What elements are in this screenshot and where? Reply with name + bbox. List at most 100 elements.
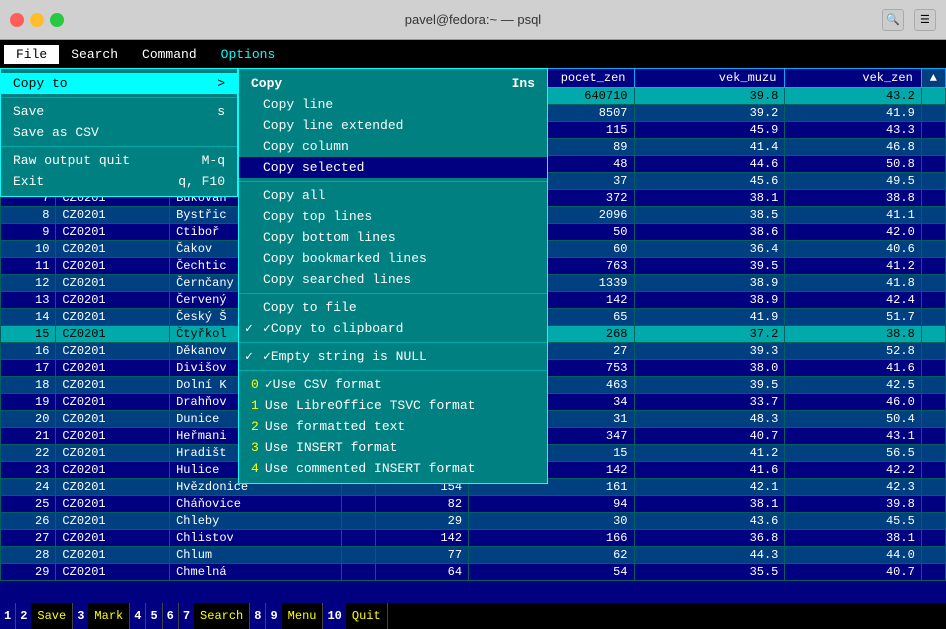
format-tsvc[interactable]: 1Use LibreOffice TSVC format	[239, 395, 547, 416]
file-menu-copy-to[interactable]: Copy to >	[1, 73, 237, 94]
row-scroll	[921, 309, 945, 326]
menu-options[interactable]: Options	[209, 45, 288, 64]
format-commented-insert[interactable]: 4Use commented INSERT format	[239, 458, 547, 479]
row-c1: CZ0201	[56, 394, 170, 411]
copy-all[interactable]: Copy all	[239, 185, 547, 206]
table-row: 29 CZ0201 Chmelná 64 54 35.5 40.7	[1, 564, 946, 581]
copy-column[interactable]: Copy column	[239, 136, 547, 157]
row-scroll	[921, 139, 945, 156]
maximize-button[interactable]	[50, 13, 64, 27]
row-scroll	[921, 241, 945, 258]
row-c2: Chlum	[170, 547, 342, 564]
format-text[interactable]: 2Use formatted text	[239, 416, 547, 437]
status-item-menu[interactable]: 9Menu	[266, 603, 323, 629]
row-scroll	[921, 377, 945, 394]
copy-searched-lines[interactable]: Copy searched lines	[239, 269, 547, 290]
status-item-save[interactable]: 2Save	[16, 603, 73, 629]
row-scroll	[921, 190, 945, 207]
status-item-search[interactable]: 7Search	[179, 603, 250, 629]
row-muzu: 29	[376, 513, 469, 530]
row-pocet-zen: 54	[469, 564, 634, 581]
row-num: 9	[1, 224, 56, 241]
copy-bottom-lines[interactable]: Copy bottom lines	[239, 227, 547, 248]
row-vek-zen: 41.1	[785, 207, 921, 224]
window-controls[interactable]	[10, 13, 64, 27]
row-vek-zen: 49.5	[785, 173, 921, 190]
format-insert[interactable]: 3Use INSERT format	[239, 437, 547, 458]
search-button[interactable]: 🔍	[882, 9, 904, 31]
row-vek-zen: 43.2	[785, 88, 921, 105]
file-menu-save-csv[interactable]: Save as CSV	[1, 122, 237, 143]
menu-button[interactable]: ☰	[914, 9, 936, 31]
row-scroll	[921, 462, 945, 479]
copy-line-extended[interactable]: Copy line extended	[239, 115, 547, 136]
row-muzu: 64	[376, 564, 469, 581]
status-item-4[interactable]: 4	[130, 603, 146, 629]
copy-bookmarked-lines[interactable]: Copy bookmarked lines	[239, 248, 547, 269]
row-num: 17	[1, 360, 56, 377]
row-scroll	[921, 88, 945, 105]
copy-line[interactable]: Copy line	[239, 94, 547, 115]
row-vek-zen: 41.2	[785, 258, 921, 275]
row-scroll	[921, 343, 945, 360]
copy-to-file[interactable]: Copy to file	[239, 297, 547, 318]
row-vek-muzu: 36.8	[634, 530, 785, 547]
row-vek-zen: 43.1	[785, 428, 921, 445]
menu-command[interactable]: Command	[130, 45, 209, 64]
row-c1: CZ0201	[56, 360, 170, 377]
minimize-button[interactable]	[30, 13, 44, 27]
file-menu-save[interactable]: Save s	[1, 101, 237, 122]
row-num: 24	[1, 479, 56, 496]
row-c1: CZ0201	[56, 275, 170, 292]
row-pocet-zen: 94	[469, 496, 634, 513]
row-scroll	[921, 530, 945, 547]
row-num: 12	[1, 275, 56, 292]
status-item-1[interactable]: 1	[0, 603, 16, 629]
row-c3	[342, 496, 376, 513]
row-c1: CZ0201	[56, 513, 170, 530]
row-vek-muzu: 38.5	[634, 207, 785, 224]
row-scroll	[921, 156, 945, 173]
close-button[interactable]	[10, 13, 24, 27]
row-c2: Chmelná	[170, 564, 342, 581]
row-num: 13	[1, 292, 56, 309]
row-vek-muzu: 39.3	[634, 343, 785, 360]
copy-to-clipboard[interactable]: ✓Copy to clipboard	[239, 318, 547, 339]
format-csv[interactable]: 0✓Use CSV format	[239, 374, 547, 395]
row-vek-zen: 38.8	[785, 326, 921, 343]
empty-string-null[interactable]: ✓Empty string is NULL	[239, 346, 547, 367]
file-menu-exit[interactable]: Exit q, F10	[1, 171, 237, 192]
row-num: 29	[1, 564, 56, 581]
status-item-5[interactable]: 5	[146, 603, 162, 629]
menu-file[interactable]: File	[4, 45, 59, 64]
row-num: 20	[1, 411, 56, 428]
row-vek-zen: 56.5	[785, 445, 921, 462]
row-vek-zen: 42.0	[785, 224, 921, 241]
file-menu-raw-quit[interactable]: Raw output quit M-q	[1, 150, 237, 171]
status-item-mark[interactable]: 3Mark	[73, 603, 130, 629]
row-num: 26	[1, 513, 56, 530]
row-scroll	[921, 360, 945, 377]
copy-selected[interactable]: Copy selected	[239, 157, 547, 178]
row-scroll	[921, 564, 945, 581]
status-item-quit[interactable]: 10Quit	[323, 603, 387, 629]
row-vek-zen: 42.5	[785, 377, 921, 394]
row-num: 23	[1, 462, 56, 479]
row-vek-muzu: 41.2	[634, 445, 785, 462]
row-vek-muzu: 38.9	[634, 292, 785, 309]
row-vek-muzu: 38.9	[634, 275, 785, 292]
row-c1: CZ0201	[56, 547, 170, 564]
row-scroll	[921, 292, 945, 309]
row-c3	[342, 513, 376, 530]
status-item-8[interactable]: 8	[250, 603, 266, 629]
copy-top-lines[interactable]: Copy top lines	[239, 206, 547, 227]
separator-2	[1, 146, 237, 147]
row-vek-muzu: 38.6	[634, 224, 785, 241]
row-pocet-zen: 166	[469, 530, 634, 547]
row-scroll	[921, 326, 945, 343]
row-scroll	[921, 547, 945, 564]
status-item-6[interactable]: 6	[163, 603, 179, 629]
row-scroll	[921, 105, 945, 122]
menu-bar: File Search Command Options	[0, 40, 946, 68]
menu-search[interactable]: Search	[59, 45, 130, 64]
